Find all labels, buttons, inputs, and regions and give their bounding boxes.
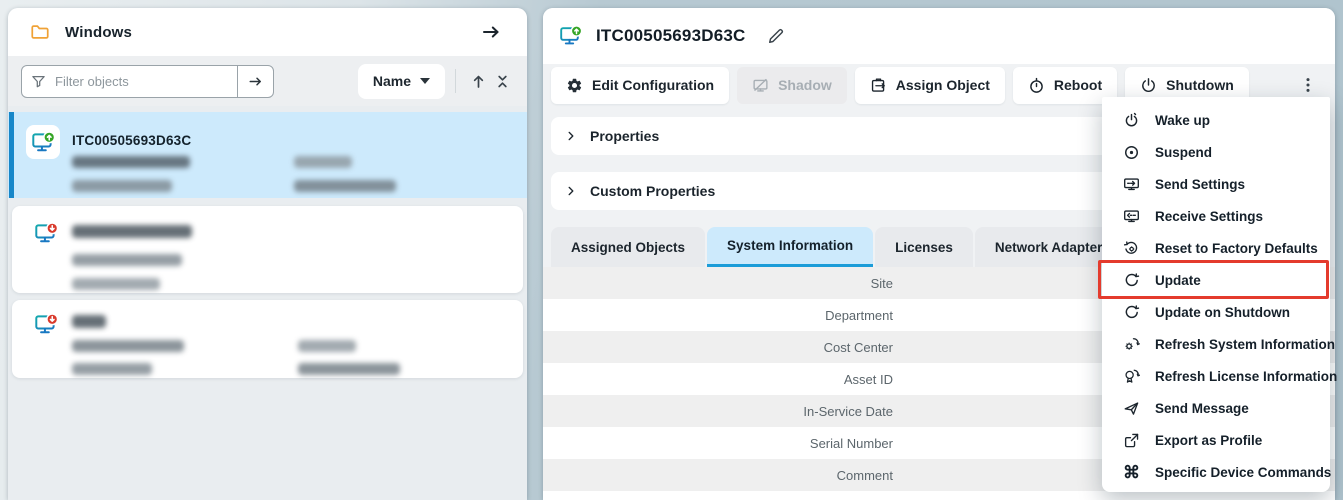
update-on-shutdown-icon xyxy=(1123,304,1140,321)
redacted-text xyxy=(72,254,182,266)
redacted-text xyxy=(72,225,192,238)
folder-header: Windows xyxy=(8,8,527,56)
device-online-icon xyxy=(559,24,583,48)
assign-object-button[interactable]: Assign Object xyxy=(855,67,1005,104)
device-name: ITC00505693D63C xyxy=(72,133,191,148)
pencil-icon[interactable] xyxy=(765,26,786,47)
filter-submit-button[interactable] xyxy=(237,66,273,97)
tab-network-adapter[interactable]: Network Adapter xyxy=(975,227,1123,267)
open-folder-arrow-icon[interactable] xyxy=(477,18,505,46)
device-online-icon xyxy=(26,125,60,159)
sort-by-button[interactable]: Name xyxy=(358,64,445,99)
menu-item-update-on-shutdown[interactable]: Update on Shutdown xyxy=(1102,296,1330,328)
update-icon xyxy=(1123,272,1140,289)
redacted-text xyxy=(298,363,400,375)
refresh-system-icon xyxy=(1123,336,1140,353)
folder-title: Windows xyxy=(65,24,132,41)
tab-assigned-objects[interactable]: Assigned Objects xyxy=(551,227,705,267)
filter-input[interactable] xyxy=(53,73,237,90)
menu-item-send-settings[interactable]: Send Settings xyxy=(1102,168,1330,200)
gear-icon xyxy=(566,77,583,94)
command-icon: ⌘ xyxy=(1123,464,1140,481)
edit-configuration-button[interactable]: Edit Configuration xyxy=(551,67,729,104)
chevron-down-icon xyxy=(420,78,430,84)
device-list-item[interactable] xyxy=(12,206,523,293)
page-title: ITC00505693D63C xyxy=(596,26,745,46)
reset-factory-icon xyxy=(1123,240,1140,257)
redacted-text xyxy=(294,180,396,192)
menu-item-export-as-profile[interactable]: Export as Profile xyxy=(1102,424,1330,456)
device-offline-icon xyxy=(34,221,59,246)
section-label: Custom Properties xyxy=(590,183,715,199)
button-label: Assign Object xyxy=(896,77,990,93)
device-commands-menu: Wake up Suspend Send Settings Receive Se… xyxy=(1102,97,1330,492)
menu-item-suspend[interactable]: Suspend xyxy=(1102,136,1330,168)
assign-object-icon xyxy=(870,77,887,94)
menu-item-refresh-system-information[interactable]: Refresh System Information xyxy=(1102,328,1330,360)
divider xyxy=(455,69,456,93)
device-list-item-selected[interactable]: ITC00505693D63C xyxy=(8,112,527,198)
menu-item-reset-factory-defaults[interactable]: Reset to Factory Defaults xyxy=(1102,232,1330,264)
reboot-icon xyxy=(1028,77,1045,94)
sort-by-label: Name xyxy=(373,73,411,89)
refresh-license-icon xyxy=(1123,368,1140,385)
redacted-text xyxy=(72,278,160,290)
table-row xyxy=(543,491,1335,500)
button-label: Reboot xyxy=(1054,77,1102,93)
tab-system-information[interactable]: System Information xyxy=(707,227,873,267)
redacted-text xyxy=(294,156,352,168)
tab-licenses[interactable]: Licenses xyxy=(875,227,973,267)
menu-item-update[interactable]: Update xyxy=(1102,264,1330,296)
kebab-menu-icon[interactable] xyxy=(1295,72,1321,98)
detail-header: ITC00505693D63C xyxy=(543,8,1335,64)
menu-item-send-message[interactable]: Send Message xyxy=(1102,392,1330,424)
device-list-panel: Windows Name xyxy=(8,8,527,500)
sort-direction-button[interactable] xyxy=(466,69,491,94)
folder-icon xyxy=(30,22,50,42)
button-label: Shutdown xyxy=(1166,77,1234,93)
chevron-right-icon xyxy=(565,130,577,142)
filter-funnel-icon xyxy=(31,74,46,89)
menu-item-refresh-license-information[interactable]: Refresh License Information xyxy=(1102,360,1330,392)
redacted-text xyxy=(72,340,184,352)
send-settings-icon xyxy=(1123,176,1140,193)
shadow-monitor-icon xyxy=(752,77,769,94)
send-message-icon xyxy=(1123,400,1140,417)
redacted-text xyxy=(72,315,106,328)
wake-up-icon xyxy=(1123,112,1140,129)
menu-item-wake-up[interactable]: Wake up xyxy=(1102,104,1330,136)
redacted-text xyxy=(72,156,190,168)
menu-item-receive-settings[interactable]: Receive Settings xyxy=(1102,200,1330,232)
redacted-text xyxy=(298,340,356,352)
menu-item-specific-device-commands[interactable]: ⌘ Specific Device Commands xyxy=(1102,456,1330,488)
button-label: Shadow xyxy=(778,77,832,93)
app-background: Windows Name xyxy=(0,0,1343,500)
redacted-text xyxy=(72,363,152,375)
redacted-text xyxy=(72,180,172,192)
power-icon xyxy=(1140,77,1157,94)
button-label: Edit Configuration xyxy=(592,77,714,93)
device-list: ITC00505693D63C xyxy=(8,112,527,378)
receive-settings-icon xyxy=(1123,208,1140,225)
suspend-icon xyxy=(1123,144,1140,161)
collapse-all-button[interactable] xyxy=(491,70,514,93)
section-label: Properties xyxy=(590,128,659,144)
device-list-item[interactable] xyxy=(12,300,523,378)
chevron-right-icon xyxy=(565,185,577,197)
shadow-button[interactable]: Shadow xyxy=(737,67,847,104)
export-profile-icon xyxy=(1123,432,1140,449)
filter-input-group xyxy=(21,65,274,98)
list-toolbar: Name xyxy=(8,56,527,106)
device-offline-icon xyxy=(34,312,59,337)
